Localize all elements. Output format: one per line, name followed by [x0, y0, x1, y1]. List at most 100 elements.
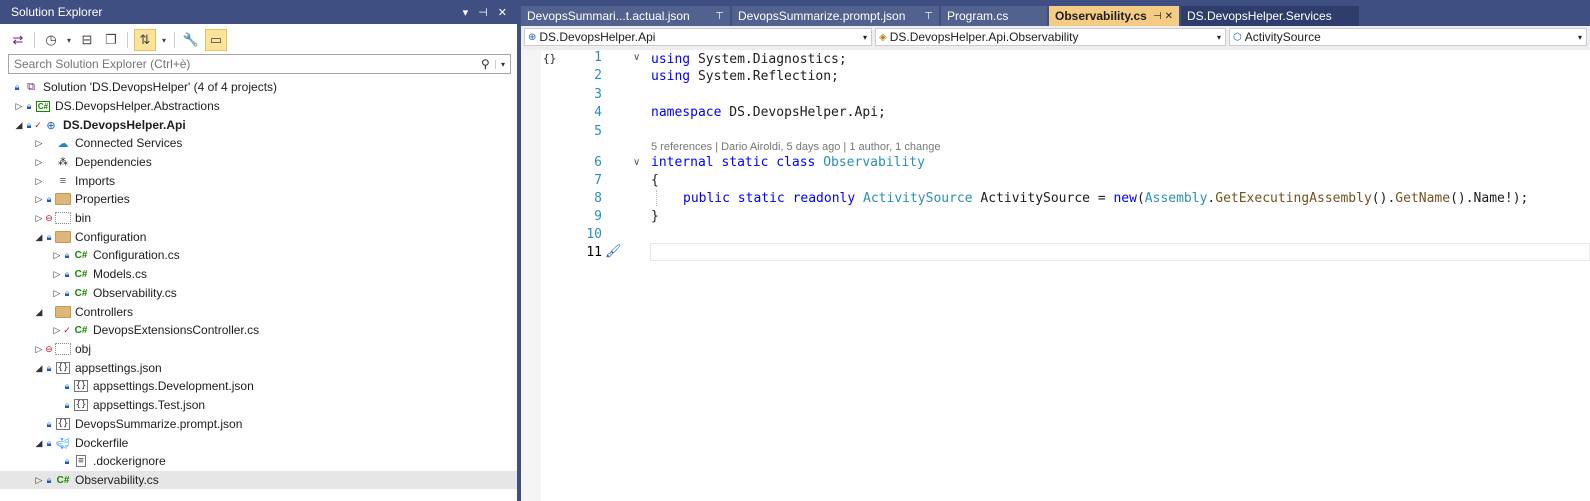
expand-arrow-icon[interactable]: ▷	[52, 269, 62, 280]
expand-arrow-icon[interactable]: ▷	[14, 101, 24, 112]
expand-arrow-icon[interactable]: ▷	[34, 157, 44, 168]
lock-icon: 🔒︎	[46, 193, 52, 204]
quick-actions-brush-icon[interactable]: 🖌︎	[605, 243, 622, 259]
folder-excluded-icon	[54, 342, 72, 356]
preview-selected-items-icon[interactable]: ▭	[205, 29, 227, 51]
tree-item-configuration-cs[interactable]: ▷ 🔒︎ C# Configuration.cs	[0, 246, 569, 264]
imports-icon: ≡	[59, 175, 67, 187]
expand-arrow-icon[interactable]: ▷	[52, 288, 62, 299]
tree-item-appsettings-development-json[interactable]: 🔒︎ {} appsettings.Development.json	[0, 377, 579, 395]
pin-close-icon[interactable]: ⊣ ✕	[1153, 11, 1173, 22]
line-number: 2	[594, 68, 602, 83]
expand-arrow-icon[interactable]: ▷	[34, 176, 44, 187]
tab-observability-cs[interactable]: Observability.cs ⊣ ✕	[1049, 6, 1179, 26]
collapse-arrow-icon[interactable]: ◢	[14, 120, 24, 131]
tree-item-imports[interactable]: ▷ ≡ Imports	[0, 172, 551, 190]
tree-item-connected-services[interactable]: ▷ ☁ Connected Services	[0, 134, 551, 152]
csharp-file-icon: C#	[74, 249, 88, 261]
tree-item-solution[interactable]: 🔒︎ ⧉ Solution 'DS.DevopsHelper' (4 of 4 …	[0, 78, 529, 96]
tree-item-dependencies[interactable]: ▷ ⁂ Dependencies	[0, 153, 551, 171]
pin-icon[interactable]: ⊣	[478, 6, 488, 19]
tree-item-devops-extensions-controller[interactable]: ▷ ✓ C# DevopsExtensionsController.cs	[0, 321, 569, 339]
lock-icon: 🔒︎	[46, 437, 52, 448]
close-icon[interactable]: ✕	[498, 6, 507, 19]
tree-item-devops-summarize-prompt-json[interactable]: 🔒︎ {} DevopsSummarize.prompt.json	[0, 415, 561, 433]
search-input[interactable]	[9, 56, 481, 72]
tree-item-dockerfile[interactable]: ◢ 🔒︎ 🐳︎ Dockerfile	[0, 434, 551, 452]
tree-item-observability-cs[interactable]: ▷ 🔒︎ C# Observability.cs	[0, 284, 569, 302]
collapse-arrow-icon[interactable]: ◢	[34, 232, 44, 243]
search-options-dropdown-icon[interactable]: ▾	[495, 59, 510, 69]
expand-arrow-icon[interactable]: ▷	[34, 213, 44, 224]
window-position-dropdown-icon[interactable]: ▾	[463, 6, 469, 19]
show-all-files-icon[interactable]: ❐	[101, 30, 121, 50]
json-file-icon: {}	[55, 362, 71, 374]
web-project-icon: ⊕	[528, 31, 537, 43]
project-dropdown[interactable]: ⊕ DS.DevopsHelper.Api ▾	[524, 28, 872, 46]
lock-icon: 🔒︎	[46, 362, 52, 373]
expand-arrow-icon[interactable]: ▷	[34, 475, 44, 486]
tree-item-project-api[interactable]: ◢ 🔒︎ ✓ ⊕ DS.DevopsHelper.Api	[0, 116, 531, 134]
expand-arrow-icon[interactable]: ▷	[34, 138, 44, 149]
tree-item-dockerignore[interactable]: 🔒︎ ≡ .dockerignore	[0, 452, 579, 470]
checkmark-icon: ✓	[63, 324, 71, 335]
tree-item-observability-cs-root[interactable]: ▷ 🔒︎ C# Observability.cs	[0, 471, 551, 489]
collapse-all-icon[interactable]: ⊟	[77, 30, 97, 50]
lock-icon: 🔒︎	[64, 287, 70, 298]
chevron-down-icon: ▾	[862, 32, 867, 42]
expand-arrow-icon[interactable]: ▷	[34, 344, 44, 355]
expand-arrow-icon[interactable]: ▷	[34, 194, 44, 205]
collapse-region-icon[interactable]: ∨	[633, 157, 640, 168]
csharp-file-icon: C#	[74, 268, 88, 280]
tree-item-bin[interactable]: ▷ ⊖ bin	[0, 209, 551, 227]
search-icon[interactable]: ⚲	[481, 57, 495, 71]
tree-item-models-cs[interactable]: ▷ 🔒︎ C# Models.cs	[0, 265, 569, 283]
expand-arrow-icon[interactable]: ▷	[52, 325, 62, 336]
folder-icon	[54, 230, 72, 244]
collapse-arrow-icon[interactable]: ◢	[34, 307, 44, 318]
checkmark-icon: ✓	[34, 119, 42, 130]
sync-with-active-document-icon[interactable]: ⇅	[134, 29, 156, 51]
switch-views-icon[interactable]: ⇄	[8, 30, 28, 50]
search-box[interactable]: ⚲ ▾	[8, 54, 511, 74]
code-line-6: internal static class Observability	[651, 154, 925, 170]
pending-changes-filter-icon[interactable]: ◷	[41, 30, 61, 50]
docker-icon: 🐳︎	[56, 437, 70, 450]
tree-item-appsettings-json[interactable]: ◢ 🔒︎ {} appsettings.json	[0, 359, 551, 377]
pin-icon[interactable]: ⊤	[924, 11, 933, 22]
tree-item-project-abstractions[interactable]: ▷ 🔒︎ C# DS.DevopsHelper.Abstractions	[0, 97, 531, 115]
tree-item-appsettings-test-json[interactable]: 🔒︎ {} appsettings.Test.json	[0, 396, 579, 414]
line-number: 11	[586, 245, 602, 260]
web-project-icon: ⊕	[46, 119, 56, 132]
properties-wrench-icon[interactable]: 🔧	[181, 30, 201, 50]
tree-item-controllers-folder[interactable]: ◢ Controllers	[0, 303, 551, 321]
expand-arrow-icon[interactable]: ▷	[52, 250, 62, 261]
tab-program-cs[interactable]: Program.cs	[941, 6, 1047, 26]
folder-icon	[54, 305, 72, 319]
dropdown-arrow-icon[interactable]: ▾	[65, 30, 73, 50]
tab-ds-devopshelper-services[interactable]: DS.DevopsHelper.Services	[1181, 6, 1359, 26]
lock-icon: 🔒︎	[64, 268, 70, 279]
collapse-arrow-icon[interactable]: ◢	[34, 363, 44, 374]
collapse-region-icon[interactable]: ∨	[633, 52, 640, 63]
tab-devops-summari-actual-json[interactable]: DevopsSummari...t.actual.json ⊤	[521, 6, 730, 26]
code-editor[interactable]: {} 1 2 3 4 5 6 7 8 9 10 11 🖌︎ ∨ ∨ using …	[521, 50, 1590, 501]
pin-icon[interactable]: ⊤	[715, 11, 724, 22]
collapse-arrow-icon[interactable]: ◢	[34, 438, 44, 449]
toolbar-separator	[34, 32, 35, 48]
json-file-icon: {}	[73, 399, 89, 411]
tab-devops-summarize-prompt-json[interactable]: DevopsSummarize.prompt.json ⊤	[732, 6, 939, 26]
document-tabs: DevopsSummari...t.actual.json ⊤ DevopsSu…	[521, 6, 1361, 26]
tree-item-configuration-folder[interactable]: ◢ 🔒︎ Configuration	[0, 228, 551, 246]
code-line-1: using System.Diagnostics;	[651, 51, 847, 67]
tree-item-properties[interactable]: ▷ 🔒︎ Properties	[0, 190, 551, 208]
tree-item-obj[interactable]: ▷ ⊖ obj	[0, 340, 551, 358]
codelens-info[interactable]: 5 references | Dario Airoldi, 5 days ago…	[651, 141, 940, 153]
code-line-9: }	[651, 208, 659, 224]
csharp-file-icon: C#	[74, 324, 88, 336]
dropdown-arrow-icon[interactable]: ▾	[160, 30, 168, 50]
member-dropdown[interactable]: ⬡ ActivitySource ▾	[1229, 28, 1587, 46]
type-dropdown[interactable]: ◈ DS.DevopsHelper.Api.Observability ▾	[875, 28, 1226, 46]
panel-title: Solution Explorer	[11, 5, 103, 19]
file-icon: ≡	[76, 455, 86, 467]
